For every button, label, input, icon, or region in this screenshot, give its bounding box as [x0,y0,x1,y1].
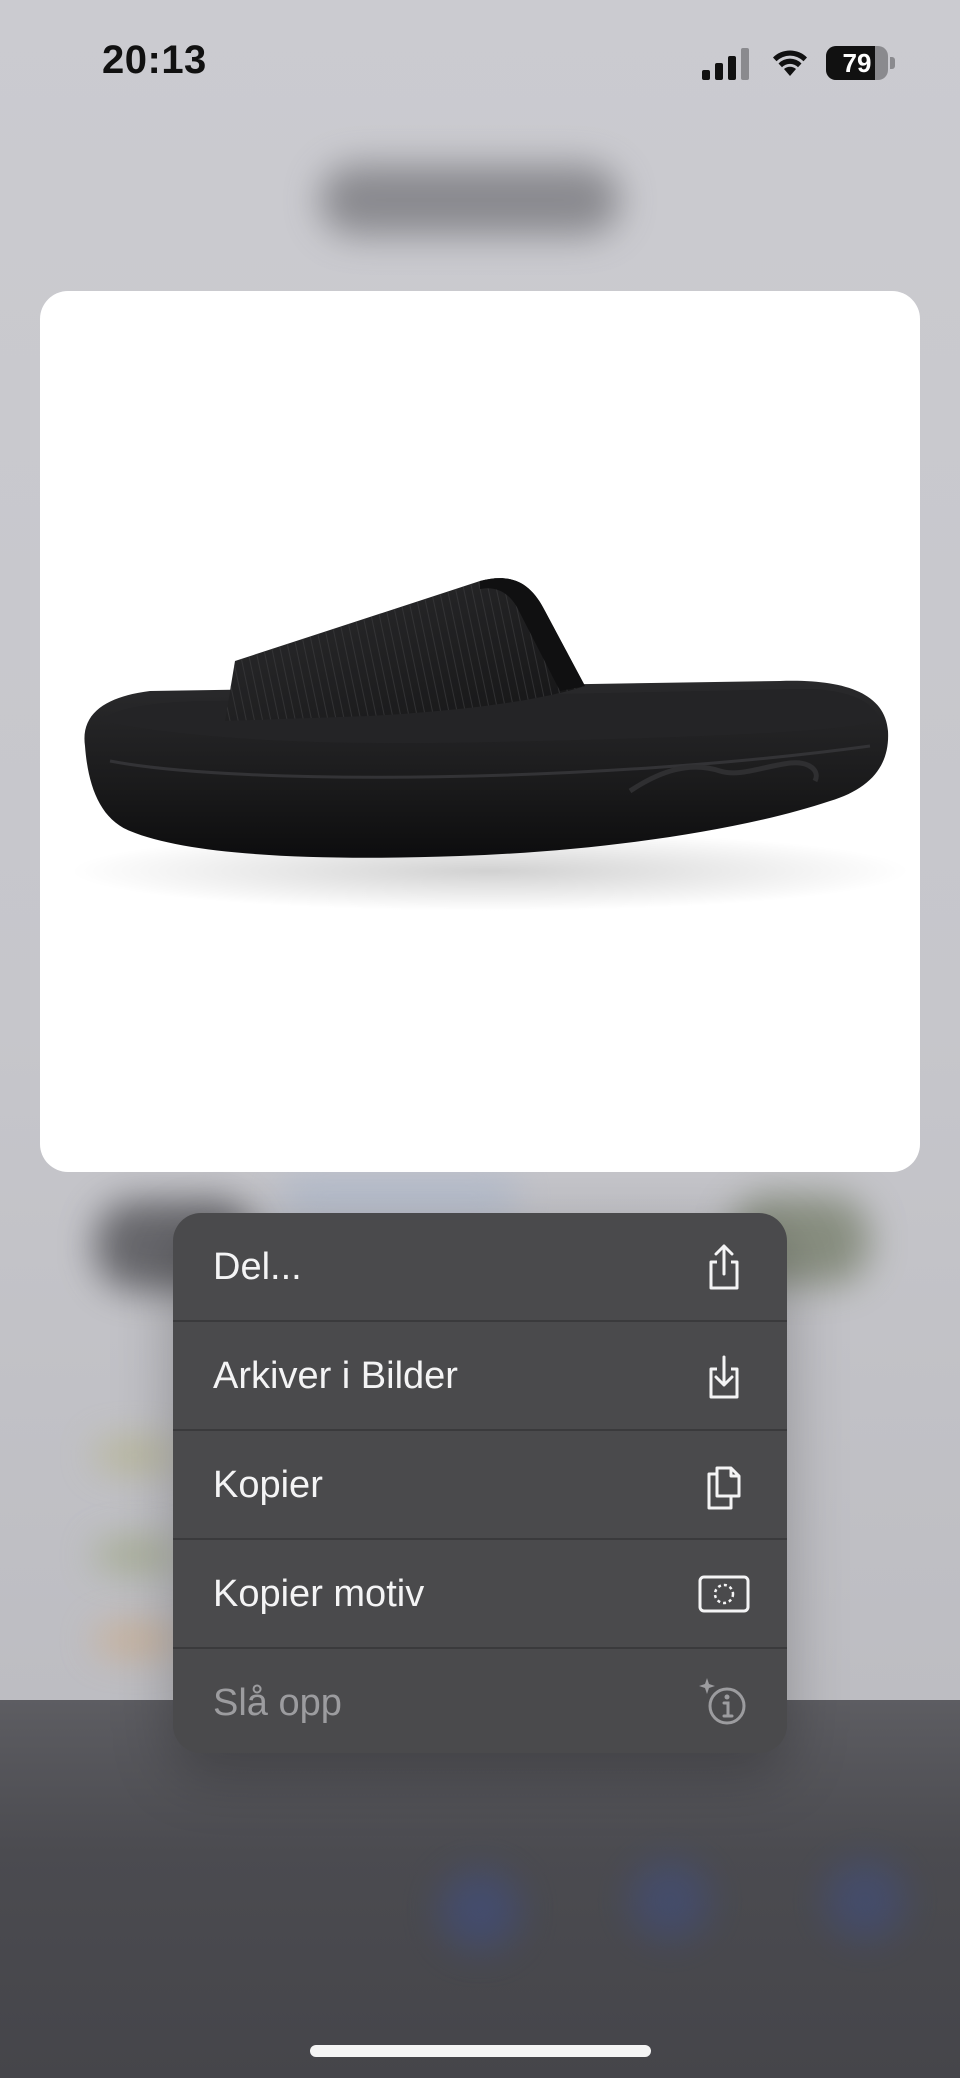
menu-item-label: Kopier [213,1464,323,1506]
menu-item-share[interactable]: Del... [173,1213,787,1321]
blurred-title [320,165,620,235]
battery-level: 79 [842,48,872,78]
blurred-toolbar-button [825,1860,905,1940]
context-menu: Del... Arkiver i Bilder Kopier Kopier mo… [173,1213,787,1753]
cellular-signal-icon [702,48,749,80]
menu-item-label: Arkiver i Bilder [213,1355,458,1397]
wifi-icon [773,50,807,76]
image-preview[interactable] [40,291,920,1172]
home-indicator[interactable] [310,2045,651,2057]
menu-item-save-to-photos[interactable]: Arkiver i Bilder [173,1322,787,1430]
battery-icon: 79 [826,46,896,80]
menu-item-look-up[interactable]: Slå opp [173,1649,787,1753]
blurred-toolbar-button [630,1860,710,1940]
menu-item-label: Del... [213,1246,302,1288]
status-bar: 20:13 79 [0,0,960,130]
blurred-thumbnail [280,1175,520,1215]
menu-item-label: Kopier motiv [213,1573,425,1615]
copy-icon [707,1466,741,1510]
blurred-row [95,1625,175,1655]
clock: 20:13 [102,38,207,82]
blurred-toolbar-button [440,1870,520,1950]
blurred-row [95,1540,175,1570]
blurred-row [95,1440,175,1470]
menu-item-copy-subject[interactable]: Kopier motiv [173,1540,787,1648]
save-to-photos-icon [709,1355,739,1399]
share-icon [709,1244,739,1290]
copy-subject-icon [698,1575,750,1613]
menu-item-label: Slå opp [213,1682,342,1724]
visual-look-up-icon [699,1678,746,1725]
menu-item-copy[interactable]: Kopier [173,1431,787,1539]
sandal-image [70,578,910,911]
